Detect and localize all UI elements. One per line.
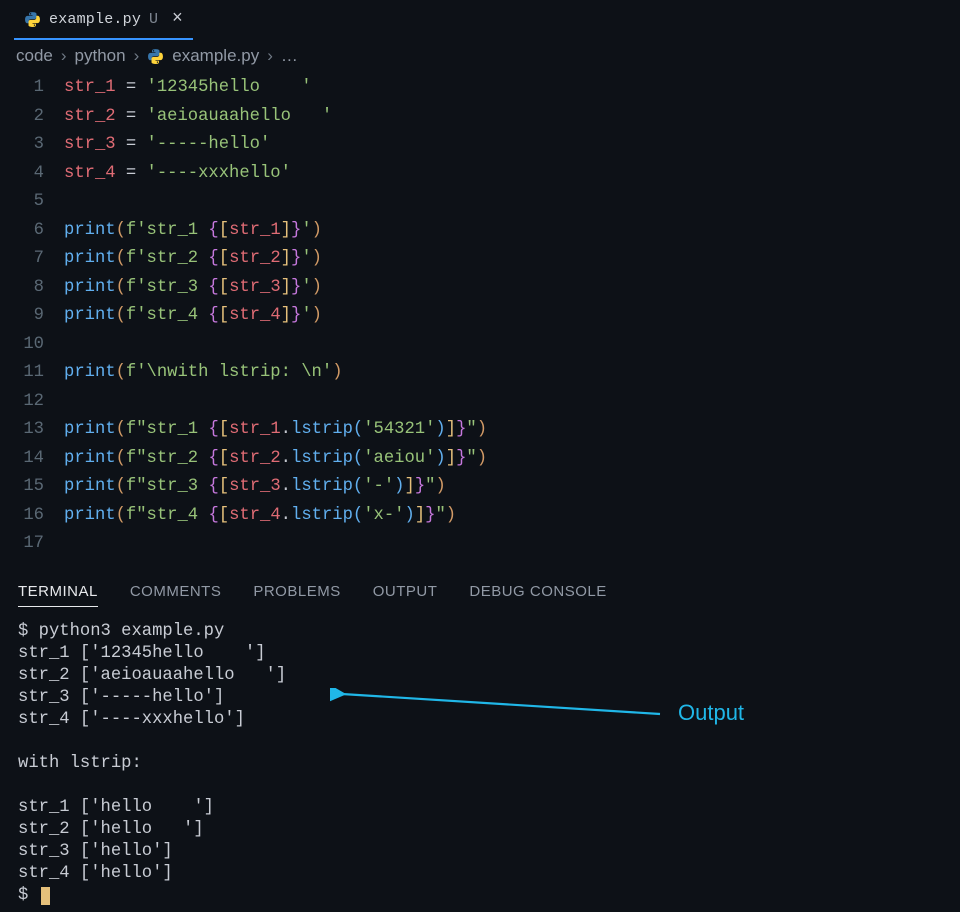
terminal-line: str_3 ['hello']	[18, 842, 173, 861]
terminal-line: str_2 ['hello ']	[18, 820, 204, 839]
token-var: str_4	[64, 164, 116, 183]
token-string: '12345hello '	[147, 78, 312, 97]
token-fn: print	[64, 221, 116, 240]
token-string: '-----hello'	[147, 135, 271, 154]
line-number: 10	[22, 331, 64, 360]
line-number: 13	[22, 416, 64, 445]
line-number: 12	[22, 388, 64, 417]
python-file-icon	[147, 48, 164, 65]
line-number: 5	[22, 188, 64, 217]
terminal-line: str_3 ['-----hello']	[18, 688, 224, 707]
token-var: str_3	[64, 135, 116, 154]
terminal-prompt: $	[18, 886, 39, 905]
breadcrumb-item[interactable]: code	[16, 46, 53, 66]
python-file-icon	[24, 11, 41, 28]
chevron-right-icon: ›	[267, 46, 273, 66]
line-number: 11	[22, 359, 64, 388]
tab-problems[interactable]: PROBLEMS	[253, 583, 340, 607]
terminal-cursor	[41, 887, 50, 905]
breadcrumb-trailing[interactable]: …	[281, 46, 298, 66]
line-number: 1	[22, 74, 64, 103]
line-number: 9	[22, 302, 64, 331]
token-var: str_2	[64, 107, 116, 126]
tab-comments[interactable]: COMMENTS	[130, 583, 222, 607]
breadcrumb-item[interactable]: python	[75, 46, 126, 66]
terminal-line: str_2 ['aeioauaahello ']	[18, 666, 286, 685]
terminal-output[interactable]: $ python3 example.py str_1 ['12345hello …	[18, 617, 942, 907]
line-number: 17	[22, 530, 64, 559]
token-string: '----xxxhello'	[147, 164, 291, 183]
token-string: 'aeioauaahello '	[147, 107, 333, 126]
code-editor[interactable]: 1str_1 = '12345hello ' 2str_2 = 'aeioaua…	[0, 74, 960, 569]
terminal-line: str_1 ['12345hello ']	[18, 644, 266, 663]
panel-tabs: TERMINAL COMMENTS PROBLEMS OUTPUT DEBUG …	[18, 569, 942, 617]
chevron-right-icon: ›	[61, 46, 67, 66]
tab-terminal[interactable]: TERMINAL	[18, 583, 98, 607]
tabs-bar: example.py U ×	[0, 0, 960, 40]
terminal-line: str_4 ['hello']	[18, 864, 173, 883]
token-string: f'\nwith lstrip: \n'	[126, 363, 332, 382]
tab-modified-marker: U	[149, 11, 158, 28]
line-number: 4	[22, 160, 64, 189]
line-number: 16	[22, 502, 64, 531]
file-tab[interactable]: example.py U ×	[14, 0, 193, 40]
tab-output[interactable]: OUTPUT	[373, 583, 438, 607]
bottom-panel: TERMINAL COMMENTS PROBLEMS OUTPUT DEBUG …	[0, 569, 960, 907]
terminal-command: python3 example.py	[39, 622, 225, 641]
terminal-prompt: $	[18, 622, 39, 641]
chevron-right-icon: ›	[134, 46, 140, 66]
terminal-line: with lstrip:	[18, 754, 152, 773]
tab-debug-console[interactable]: DEBUG CONSOLE	[469, 583, 606, 607]
token-var: str_1	[64, 78, 116, 97]
line-number: 2	[22, 103, 64, 132]
tab-filename: example.py	[49, 11, 141, 28]
line-number: 7	[22, 245, 64, 274]
breadcrumb-item[interactable]: example.py	[172, 46, 259, 66]
terminal-line: str_4 ['----xxxhello']	[18, 710, 245, 729]
breadcrumb: code › python › example.py › …	[0, 40, 960, 74]
terminal-line: str_1 ['hello ']	[18, 798, 214, 817]
line-number: 14	[22, 445, 64, 474]
line-number: 3	[22, 131, 64, 160]
line-number: 15	[22, 473, 64, 502]
line-number: 6	[22, 217, 64, 246]
line-number: 8	[22, 274, 64, 303]
close-icon[interactable]: ×	[166, 10, 183, 28]
